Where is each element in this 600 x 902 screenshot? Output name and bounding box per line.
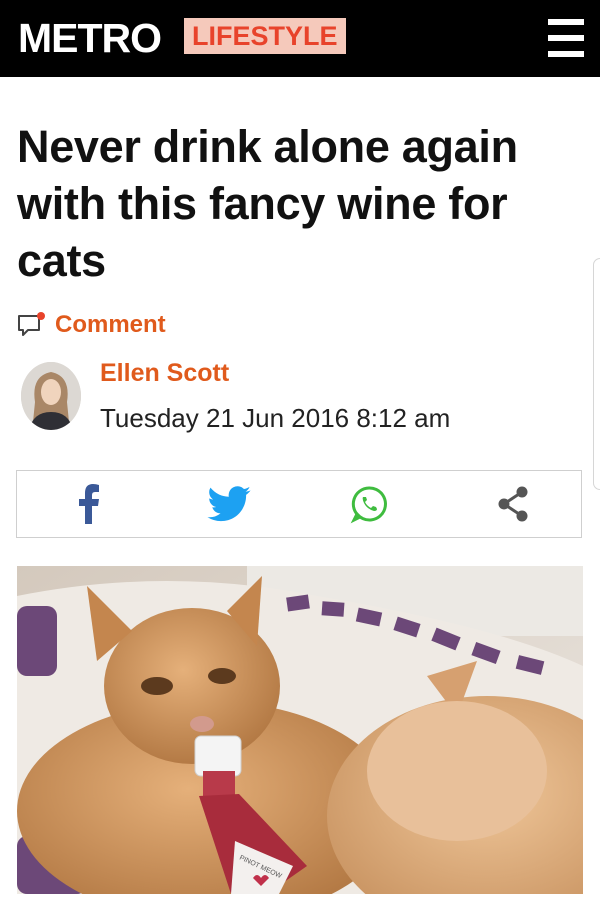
- hamburger-menu-icon[interactable]: [548, 17, 584, 59]
- site-header: METRO LIFESTYLE: [0, 0, 600, 77]
- article-headline: Never drink alone again with this fancy …: [17, 121, 518, 286]
- comment-label: Comment: [55, 311, 166, 338]
- publish-date: Tuesday 21 Jun 2016 8:12 am: [100, 403, 451, 433]
- facebook-icon: [79, 484, 99, 524]
- author-avatar[interactable]: [21, 362, 81, 430]
- comment-link[interactable]: Comment: [17, 309, 166, 341]
- hero-image[interactable]: PINOT MEOW: [17, 566, 583, 894]
- scrollbar-handle[interactable]: [593, 258, 600, 490]
- twitter-icon: [207, 486, 251, 522]
- comment-icon: [18, 312, 45, 336]
- share-bar: [16, 470, 582, 538]
- share-icon: [498, 486, 528, 522]
- whatsapp-icon: [350, 486, 387, 524]
- twitter-share-button[interactable]: [199, 471, 259, 537]
- whatsapp-share-button[interactable]: [339, 471, 399, 537]
- section-label-lifestyle[interactable]: LIFESTYLE: [184, 18, 346, 54]
- author-name[interactable]: Ellen Scott: [100, 359, 229, 388]
- more-share-button[interactable]: [483, 471, 543, 537]
- metro-logo[interactable]: METRO: [18, 12, 162, 64]
- facebook-share-button[interactable]: [59, 471, 119, 537]
